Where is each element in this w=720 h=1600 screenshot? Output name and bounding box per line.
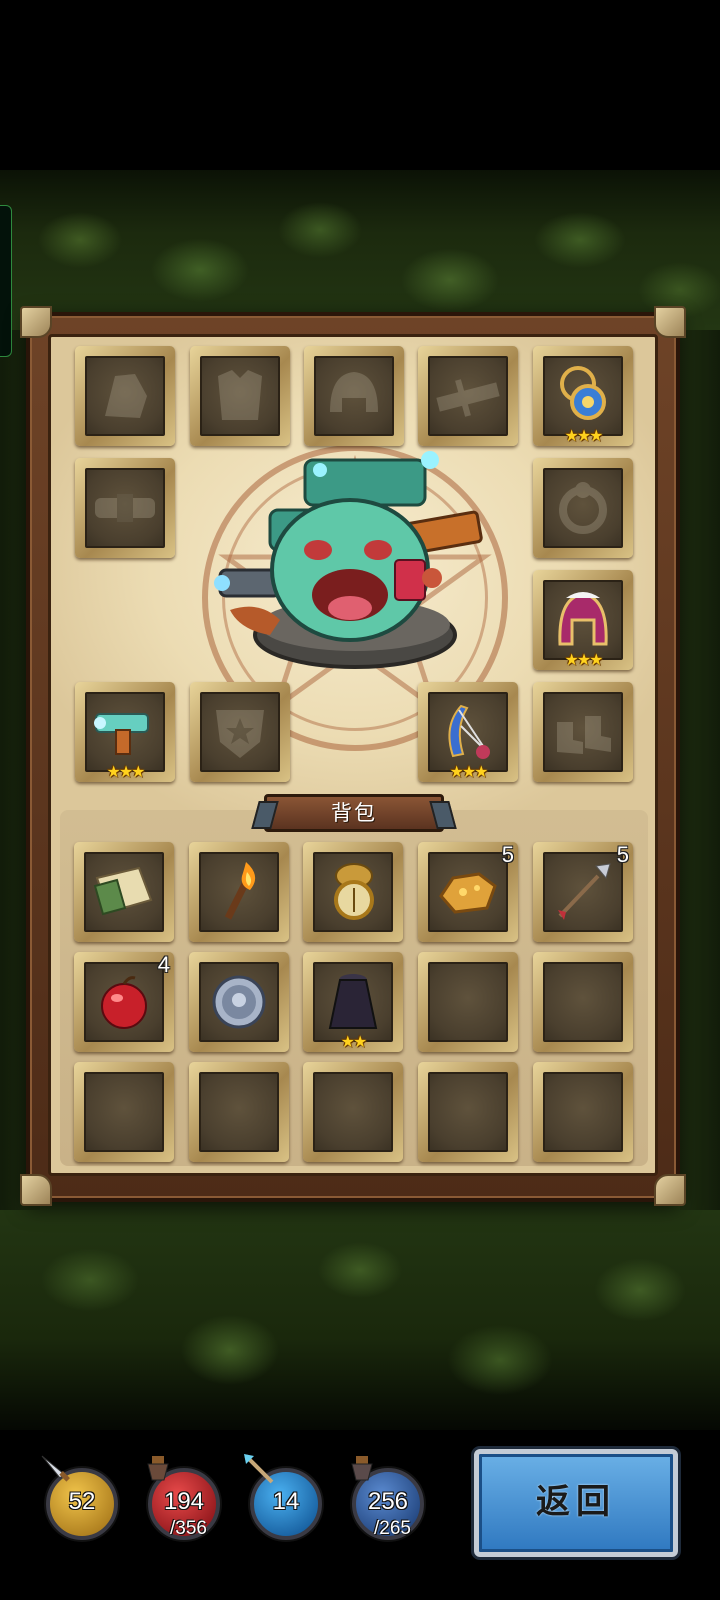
bag-slot[interactable]	[303, 842, 403, 942]
bag-slot[interactable]	[74, 842, 174, 942]
shield-icon	[216, 710, 264, 758]
belt-icon	[95, 494, 155, 522]
equip-slot-boots[interactable]	[533, 682, 633, 782]
bag-title: 背包	[264, 794, 444, 832]
apple-icon	[101, 976, 147, 1029]
equip-slot-helmet[interactable]	[304, 346, 404, 446]
foliage-bottom	[0, 1200, 720, 1430]
health-max: /356	[170, 1518, 207, 1539]
bag-slot-empty[interactable]	[303, 1062, 403, 1162]
equip-slot-armor[interactable]	[190, 346, 290, 446]
health-value: 194	[163, 1488, 205, 1515]
equip-slot-helm[interactable]: ★★★	[533, 570, 633, 670]
helmet-icon	[330, 372, 378, 412]
bag-slot-empty[interactable]	[74, 1062, 174, 1162]
foliage-top	[0, 170, 720, 330]
frame-corner	[654, 1174, 686, 1206]
bag-slot[interactable]: ★★	[303, 952, 403, 1052]
torch-icon	[224, 862, 256, 920]
frame-corner	[20, 306, 52, 338]
sword-icon	[41, 1455, 70, 1482]
stat-mana: 14	[242, 1454, 332, 1552]
mech-cannon-icon	[94, 713, 149, 755]
equip-slot-crossbow[interactable]	[418, 346, 518, 446]
bag-slot[interactable]	[189, 952, 289, 1052]
gauntlet-icon	[105, 374, 147, 418]
equip-slot-weapon[interactable]	[75, 346, 175, 446]
map-scroll-icon	[93, 866, 153, 916]
ring-icon	[559, 482, 607, 534]
equip-slot-belt[interactable]	[75, 458, 175, 558]
bag-slot-empty[interactable]	[418, 1062, 518, 1162]
lyre-bow-icon	[448, 704, 490, 759]
bag-slot-empty[interactable]	[418, 952, 518, 1052]
equip-slot-lyre-bow[interactable]: ★★★	[418, 682, 518, 782]
item-count: 4	[157, 952, 170, 977]
cloak-icon	[328, 974, 378, 1029]
bag-slot-empty[interactable]	[189, 1062, 289, 1162]
bag-slot-empty[interactable]	[533, 952, 633, 1052]
equip-slot-shield[interactable]	[190, 682, 290, 782]
amulet-icon	[560, 366, 606, 420]
stat-armor: 256 /265	[344, 1456, 434, 1552]
side-tab[interactable]	[0, 205, 12, 357]
armor-value: 256	[367, 1488, 409, 1515]
potion-icon	[147, 1456, 169, 1481]
hero-character[interactable]	[200, 450, 500, 690]
boots-icon	[557, 716, 611, 754]
foliage-right	[680, 330, 720, 1210]
star-rating: ★★★	[449, 762, 488, 781]
bag-slot-empty[interactable]	[533, 1062, 633, 1162]
star-rating: ★★★	[564, 426, 603, 445]
mana-potion-icon	[351, 1456, 373, 1481]
mana-value: 14	[272, 1488, 300, 1515]
armor-icon	[218, 370, 262, 420]
attack-value: 52	[68, 1488, 96, 1515]
item-count: 5	[501, 842, 514, 867]
star-rating: ★★★	[564, 650, 603, 669]
bag-slot[interactable]: 5	[418, 842, 518, 942]
equip-slot-ring[interactable]	[533, 458, 633, 558]
stat-attack: 52	[38, 1455, 128, 1552]
star-rating: ★★★	[106, 762, 145, 781]
helm-icon	[558, 592, 608, 646]
back-button[interactable]: 返回	[474, 1449, 678, 1557]
arrow-icon	[558, 863, 611, 920]
bag-slot[interactable]	[189, 842, 289, 942]
compass-icon	[334, 863, 374, 920]
crossbow-icon	[436, 379, 500, 417]
silver-coin-icon	[212, 975, 266, 1029]
frame-corner	[654, 306, 686, 338]
staff-icon	[244, 1454, 274, 1484]
item-count: 5	[616, 842, 629, 867]
star-rating: ★★	[340, 1032, 368, 1051]
bag-slot[interactable]: 4	[74, 952, 174, 1052]
equip-slot-amulet[interactable]: ★★★	[533, 346, 633, 446]
stat-health: 194 /356	[140, 1456, 230, 1552]
frame-corner	[20, 1174, 52, 1206]
equip-slot-mech-weapon[interactable]: ★★★	[75, 682, 175, 782]
bag-slot[interactable]: 5	[533, 842, 633, 942]
ore-icon	[439, 872, 497, 914]
armor-max: /265	[374, 1518, 411, 1539]
